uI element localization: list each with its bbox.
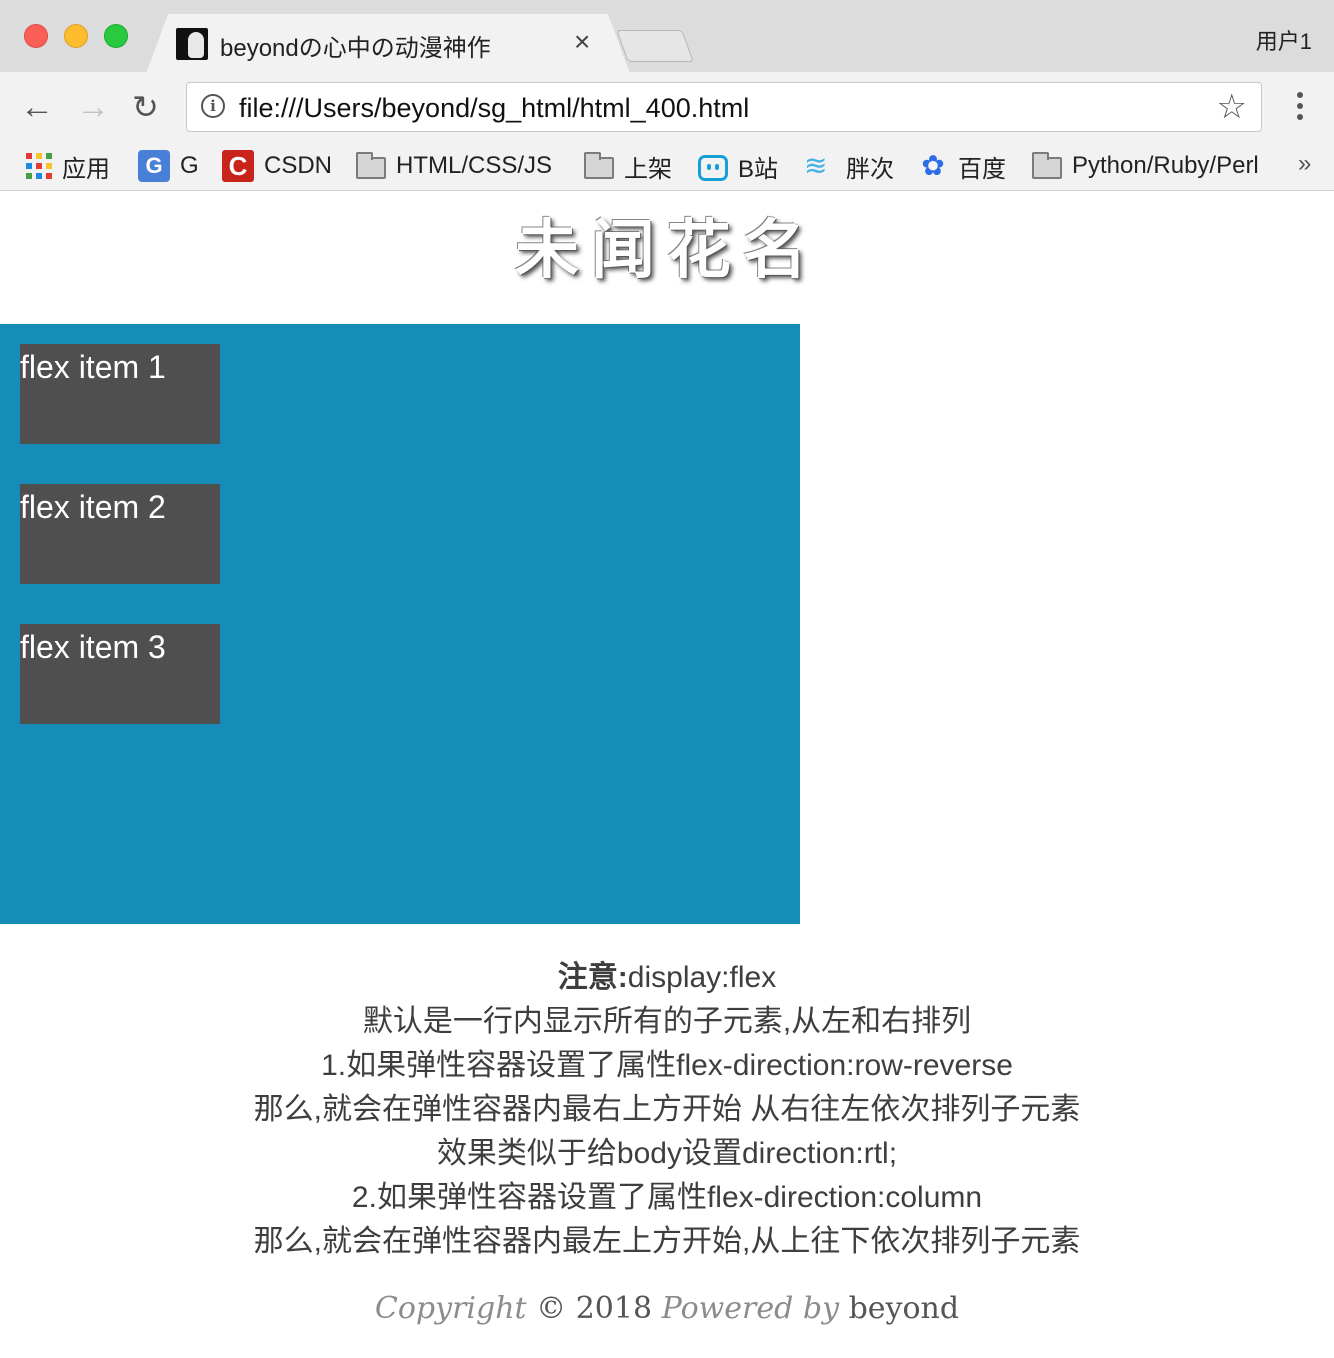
address-bar-url[interactable]: file:///Users/beyond/sg_html/html_400.ht…	[239, 93, 749, 124]
flex-item: flex item 3	[20, 624, 220, 724]
note-line-7: 那么,就会在弹性容器内最左上方开始,从上往下依次排列子元素	[253, 1225, 1081, 1258]
forward-arrow-icon[interactable]: →	[76, 88, 110, 126]
bookmark-label: HTML/CSS/JS	[396, 152, 553, 179]
footer-year: 2018	[575, 1291, 653, 1326]
bookmark-bilibili[interactable]: B站	[698, 150, 779, 183]
bookmark-csdn[interactable]: C CSDN	[222, 150, 332, 182]
bookmark-star-icon[interactable]: ☆	[1217, 87, 1247, 127]
window-titlebar: beyondの心中の动漫神作 × 用户1	[0, 0, 1334, 73]
google-translate-icon: G	[138, 150, 170, 182]
window-minimize-button[interactable]	[64, 24, 88, 48]
tab-favicon-icon	[176, 28, 208, 60]
bookmark-apps[interactable]: 应用	[26, 150, 110, 183]
bookmark-label: Python/Ruby/Perl	[1072, 152, 1259, 179]
folder-icon	[1032, 152, 1062, 179]
footer-author: beyond	[848, 1291, 960, 1326]
pangci-icon: ≋	[804, 150, 828, 181]
flex-container: flex item 1 flex item 2 flex item 3	[0, 324, 800, 924]
footer-copyright-symbol: ©	[536, 1291, 567, 1326]
page-footer: Copyright © 2018 Powered by beyond	[0, 1291, 1334, 1326]
browser-toolbar: ← → ↻ i file:///Users/beyond/sg_html/htm…	[0, 72, 1334, 142]
bookmark-label: G	[180, 152, 199, 179]
bookmark-folder-html-css-js[interactable]: HTML/CSS/JS	[356, 150, 552, 182]
bookmark-folder-python-ruby-perl[interactable]: Python/Ruby/Perl	[1032, 150, 1259, 182]
page-content: 未闻花名 flex item 1 flex item 2 flex item 3…	[0, 191, 1334, 1358]
note-text: display:flex	[627, 961, 777, 994]
new-tab-button[interactable]	[616, 30, 694, 62]
baidu-paw-icon: ✿	[921, 150, 945, 181]
footer-powered-by: Powered by	[661, 1291, 840, 1326]
bookmark-label: 应用	[62, 155, 110, 183]
folder-icon	[584, 152, 614, 179]
footer-copyright: Copyright	[374, 1291, 527, 1326]
address-bar[interactable]: i file:///Users/beyond/sg_html/html_400.…	[186, 82, 1262, 132]
profile-user-label[interactable]: 用户1	[1256, 24, 1312, 56]
note-heading: 注意:	[557, 961, 628, 994]
browser-menu-icon[interactable]	[1290, 92, 1310, 128]
folder-icon	[356, 152, 386, 179]
bookmark-pangci[interactable]: ≋ 胖次	[804, 150, 894, 183]
tab-close-icon[interactable]: ×	[574, 26, 590, 58]
bookmark-label: 百度	[958, 155, 1006, 183]
note-line-3: 1.如果弹性容器设置了属性flex-direction:row-reverse	[321, 1049, 1013, 1082]
bookmark-label: 上架	[624, 155, 672, 183]
notes-section: 注意:display:flex 默认是一行内显示所有的子元素,从左和右排列 1.…	[0, 956, 1334, 1264]
note-line-5: 效果类似于给body设置direction:rtl;	[436, 1137, 898, 1170]
window-close-button[interactable]	[24, 24, 48, 48]
note-line-2: 默认是一行内显示所有的子元素,从左和右排列	[362, 1005, 972, 1038]
page-title: 未闻花名	[515, 214, 819, 288]
browser-tab-active[interactable]: beyondの心中の动漫神作 ×	[146, 14, 630, 74]
bilibili-icon	[698, 155, 728, 181]
bookmark-baidu[interactable]: ✿ 百度	[918, 150, 1006, 183]
note-line-6: 2.如果弹性容器设置了属性flex-direction:column	[351, 1181, 983, 1214]
window-maximize-button[interactable]	[104, 24, 128, 48]
tab-title: beyondの心中の动漫神作	[220, 35, 491, 62]
back-arrow-icon[interactable]: ←	[20, 88, 54, 126]
bookmark-g[interactable]: G G	[138, 150, 199, 182]
note-line-1: 注意:display:flex	[0, 956, 1334, 1000]
bookmark-label: B站	[738, 155, 779, 183]
site-info-icon[interactable]: i	[201, 94, 225, 118]
bookmark-label: 胖次	[846, 155, 894, 183]
flex-item: flex item 2	[20, 484, 220, 584]
flex-item: flex item 1	[20, 344, 220, 444]
bookmarks-overflow-chevron-icon[interactable]: »	[1298, 150, 1311, 178]
bookmark-label: CSDN	[264, 152, 333, 179]
csdn-icon: C	[222, 150, 254, 182]
bookmark-folder-shangjia[interactable]: 上架	[584, 150, 672, 183]
reload-icon[interactable]: ↻	[132, 88, 159, 126]
note-line-4: 那么,就会在弹性容器内最右上方开始 从右往左依次排列子元素	[253, 1093, 1081, 1126]
bookmarks-bar: 应用 G G C CSDN HTML/CSS/JS 上架 B站 ≋ 胖次 ✿ 百…	[0, 142, 1334, 191]
apps-grid-icon	[26, 153, 52, 179]
